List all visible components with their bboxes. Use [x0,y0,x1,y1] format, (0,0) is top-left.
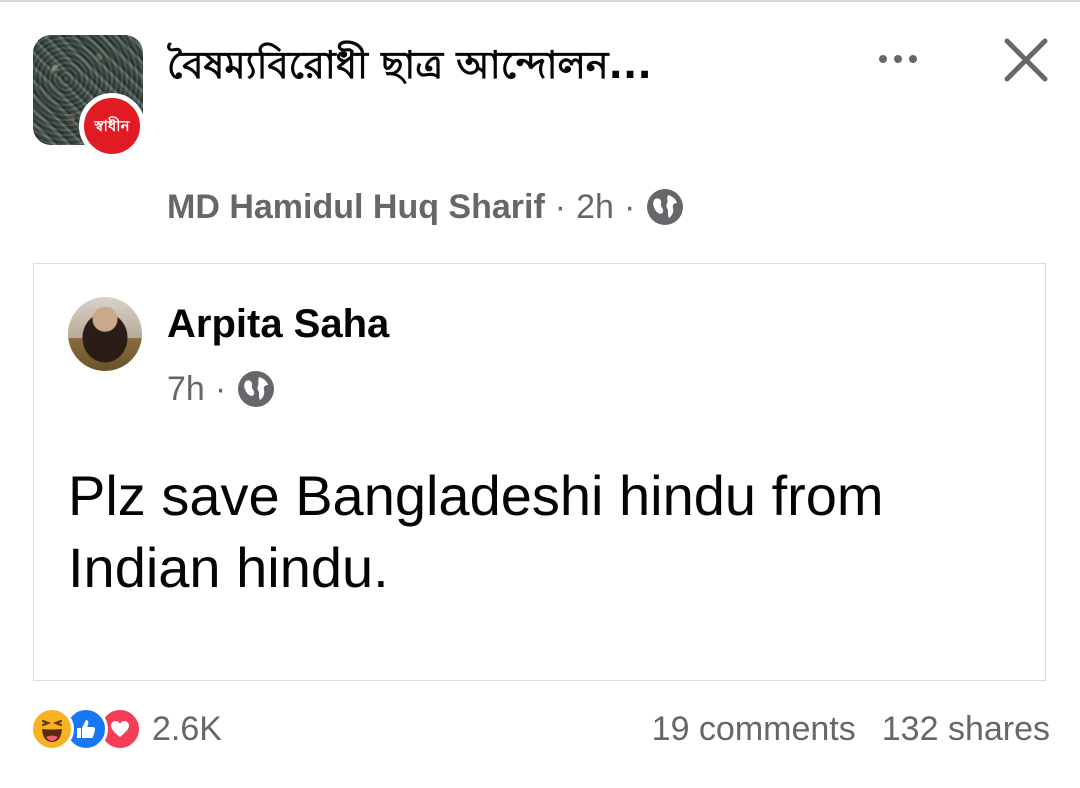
comments-count[interactable]: 19 comments [652,710,856,749]
post-time[interactable]: 2h [576,188,614,227]
top-divider [0,0,1080,2]
close-button[interactable] [996,30,1056,90]
engagement-counts: 19 comments 132 shares [652,706,1050,752]
post-meta: MD Hamidul Huq Sharif · 2h · [167,182,685,232]
group-badge-text: স্বাধীন [94,116,130,135]
globe-icon [238,371,275,407]
reaction-count: 2.6K [152,709,222,748]
post-author[interactable]: MD Hamidul Huq Sharif [167,188,545,227]
meta-separator: · [623,187,636,226]
shared-post-time[interactable]: 7h [167,370,205,409]
more-dot [879,55,887,63]
more-dot [909,55,917,63]
globe-icon [647,189,684,225]
more-options-button[interactable] [868,42,928,76]
group-badge: স্বাধীন [79,93,145,159]
close-icon [1004,38,1048,82]
shared-author-avatar[interactable] [68,297,142,371]
shares-count[interactable]: 132 shares [882,710,1050,749]
shared-post-card[interactable]: Arpita Saha 7h · Plz save Bangladeshi hi… [33,263,1046,681]
group-name[interactable]: বৈষম্যবিরোধী ছাত্র আন্দোলন... [167,36,727,94]
group-avatar[interactable]: স্বাধীন [33,35,145,159]
reactions-summary[interactable]: 2.6K [30,706,222,752]
haha-icon [30,707,74,751]
shared-post-meta: 7h · [167,364,276,414]
more-dot [894,55,902,63]
shared-post-text: Plz save Bangladeshi hindu from Indian h… [68,464,884,599]
shared-post-author[interactable]: Arpita Saha [167,302,389,347]
post-footer: 2.6K 19 comments 132 shares [30,700,1050,760]
meta-separator: · [214,369,227,408]
meta-separator: · [554,187,567,226]
